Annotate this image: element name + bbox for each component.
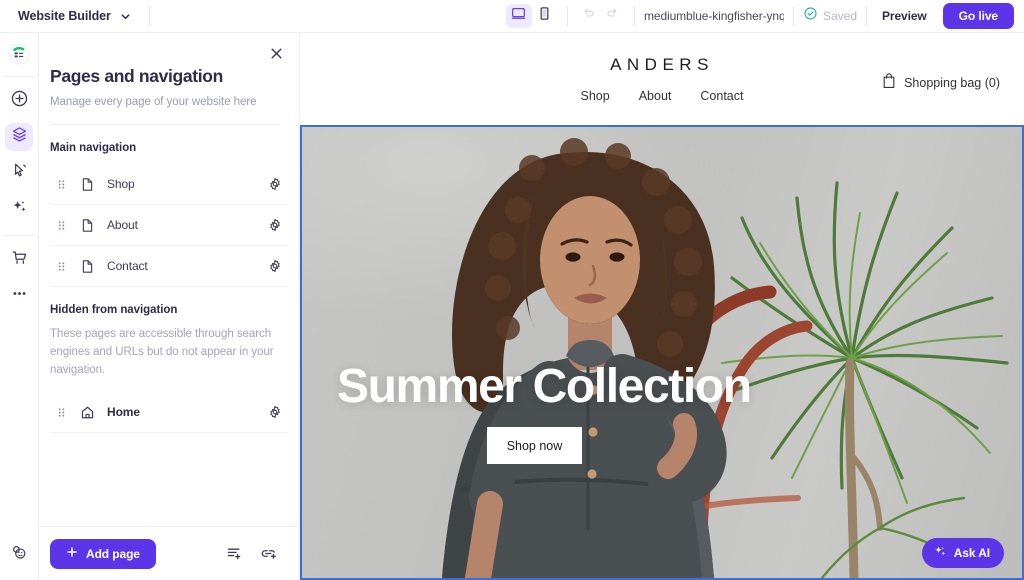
ellipsis-icon: [10, 284, 29, 308]
hidden-navigation-heading: Hidden from navigation: [50, 304, 178, 316]
page-title: Pages and navigation: [50, 66, 223, 86]
sidebar-item-pages-layers[interactable]: [5, 123, 33, 151]
site-brand-logo: ANDERS: [610, 55, 714, 74]
toolbar-left-group: Website Builder: [0, 0, 150, 32]
add-list-item-icon[interactable]: [222, 542, 246, 566]
mobile-view-button[interactable]: [532, 4, 558, 28]
help-chat-icon: [9, 542, 29, 567]
rail-divider-2: [3, 235, 35, 236]
toolbar-divider: [148, 6, 150, 26]
page-file-icon: [72, 218, 102, 233]
saved-label: Saved: [822, 9, 857, 23]
toolbar-separator: [566, 6, 568, 26]
site-canvas: ANDERS Shop About Contact Shopping bag (…: [300, 33, 1024, 580]
chevron-down-icon[interactable]: [120, 11, 131, 22]
sidebar-item-add-element[interactable]: [5, 87, 33, 115]
app-logo-icon[interactable]: [5, 40, 33, 68]
add-page-button[interactable]: Add page: [50, 538, 156, 569]
sidebar-item-interactions[interactable]: [5, 159, 33, 187]
add-page-label: Add page: [86, 546, 140, 561]
page-name-label: Shop: [107, 177, 135, 191]
desktop-device-icon: [511, 6, 526, 26]
toolbar-separator-3: [792, 6, 794, 26]
gear-icon[interactable]: [262, 177, 288, 191]
site-nav-link-contact[interactable]: Contact: [700, 89, 743, 103]
pages-navigation-panel: Pages and navigation Manage every page o…: [39, 33, 300, 580]
panel-footer: Add page: [39, 526, 299, 580]
ask-ai-button[interactable]: Ask AI: [921, 538, 1004, 568]
drag-handle-icon[interactable]: [50, 406, 72, 419]
shopping-bag-label: Shopping bag (0): [904, 76, 1000, 90]
sparkles-icon: [933, 544, 948, 562]
cursor-click-icon: [10, 161, 29, 185]
page-name-label: Contact: [107, 259, 148, 273]
mobile-device-icon: [537, 6, 552, 26]
hero-heading: Summer Collection: [337, 360, 752, 413]
drag-handle-icon[interactable]: [50, 178, 72, 191]
hero-cta-button[interactable]: Shop now: [487, 427, 582, 464]
panel-content: Main navigation Shop About Contact Hidde…: [39, 125, 299, 526]
sidebar-item-store[interactable]: [5, 246, 33, 274]
help-button[interactable]: [5, 540, 33, 568]
layers-icon: [10, 125, 29, 149]
gear-icon[interactable]: [262, 259, 288, 273]
close-panel-button[interactable]: [265, 45, 287, 67]
site-header: ANDERS Shop About Contact Shopping bag (…: [300, 33, 1024, 125]
save-status: Saved: [803, 6, 857, 26]
gear-icon[interactable]: [262, 218, 288, 232]
desktop-view-button[interactable]: [505, 4, 532, 28]
redo-button[interactable]: [601, 4, 625, 28]
shopping-bag-button[interactable]: Shopping bag (0): [881, 72, 1000, 94]
rail-divider: [3, 76, 35, 77]
site-url-label[interactable]: mediumblue-kingfisher-ynqj…: [644, 9, 784, 23]
hero-model-graphic: [442, 138, 727, 578]
page-file-icon: [72, 177, 102, 192]
hidden-navigation-description: These pages are accessible through searc…: [50, 328, 274, 376]
sidebar-item-more-options[interactable]: [5, 282, 33, 310]
hero-section-selected[interactable]: Summer Collection Shop now: [300, 125, 1024, 580]
drag-handle-icon[interactable]: [50, 260, 72, 273]
website-builder-app: Website Builder mediumblue-kingfisher-yn…: [0, 0, 1024, 580]
go-live-button[interactable]: Go live: [942, 3, 1014, 29]
undo-icon: [581, 6, 596, 26]
toolbar-separator-2: [633, 6, 635, 26]
site-nav-link-about[interactable]: About: [639, 89, 672, 103]
shopping-cart-icon: [10, 248, 29, 272]
undo-button[interactable]: [577, 4, 601, 28]
drag-handle-icon[interactable]: [50, 219, 72, 232]
redo-icon: [605, 6, 620, 26]
table-row[interactable]: Shop: [50, 164, 288, 205]
panel-footer-icons: [222, 542, 288, 566]
ask-ai-label: Ask AI: [953, 546, 990, 560]
left-icon-rail: [0, 33, 39, 580]
plus-circle-icon: [10, 89, 29, 113]
toolbar-right-group: mediumblue-kingfisher-ynqj… Saved Previe…: [505, 0, 1024, 32]
table-row[interactable]: Contact: [50, 246, 288, 287]
shopping-bag-icon: [881, 72, 897, 94]
app-title: Website Builder: [18, 9, 111, 23]
sparkles-icon: [10, 197, 29, 221]
toolbar-separator-4: [866, 6, 867, 26]
page-name-label: About: [107, 218, 138, 232]
check-circle-icon: [803, 6, 818, 26]
page-file-icon: [72, 259, 102, 274]
preview-button[interactable]: Preview: [876, 5, 933, 27]
add-link-icon[interactable]: [256, 542, 280, 566]
panel-header: Pages and navigation Manage every page o…: [39, 33, 299, 125]
hero-image: Summer Collection Shop now: [302, 127, 1022, 578]
panel-subtitle: Manage every page of your website here: [50, 96, 257, 108]
plus-icon: [66, 546, 78, 561]
site-nav-link-shop[interactable]: Shop: [581, 89, 610, 103]
top-toolbar: Website Builder mediumblue-kingfisher-yn…: [0, 0, 1024, 33]
table-row[interactable]: Home: [50, 392, 288, 434]
table-row[interactable]: About: [50, 205, 288, 246]
main-navigation-heading: Main navigation: [50, 142, 137, 154]
gear-icon[interactable]: [262, 405, 288, 419]
home-icon: [72, 405, 102, 420]
close-icon: [270, 47, 283, 65]
sidebar-item-ai-tools[interactable]: [5, 195, 33, 223]
page-name-label: Home: [107, 405, 140, 420]
